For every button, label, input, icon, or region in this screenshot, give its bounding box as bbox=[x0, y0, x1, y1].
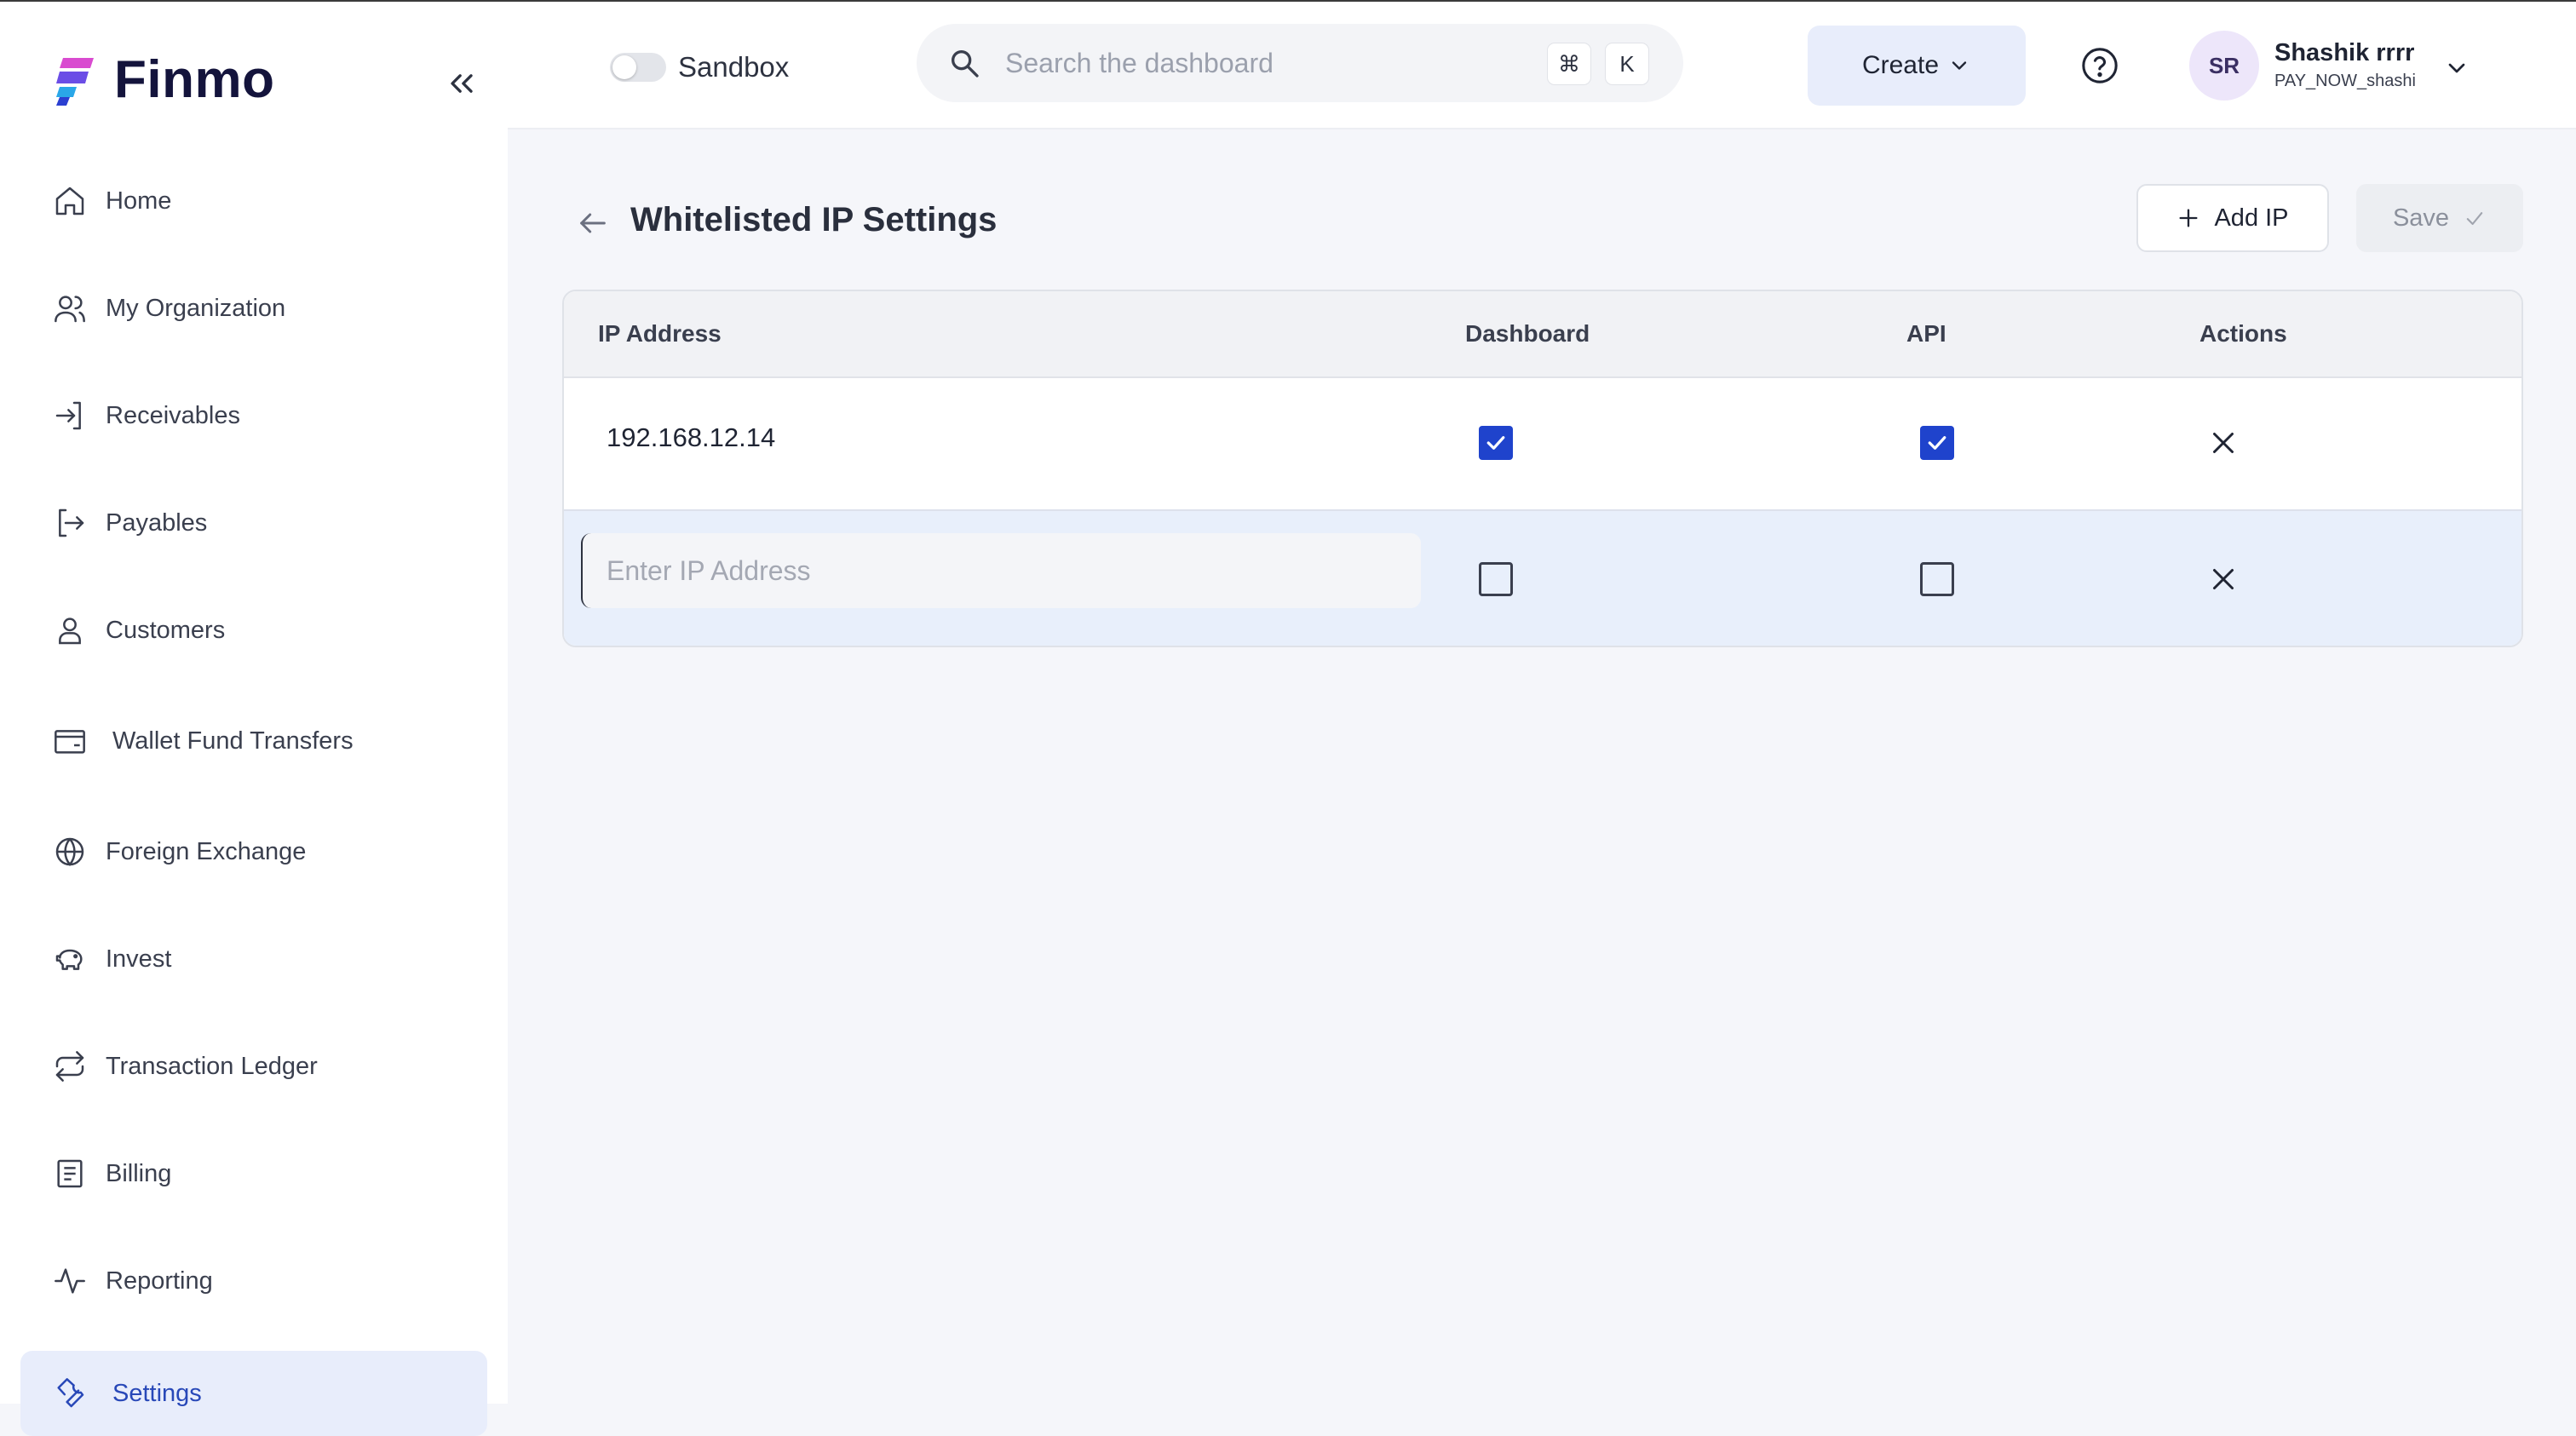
back-arrow-icon[interactable] bbox=[576, 206, 610, 240]
sidebar-item-label: Customers bbox=[106, 616, 226, 644]
check-icon bbox=[2466, 212, 2483, 226]
sidebar-item-label: Transaction Ledger bbox=[106, 1052, 318, 1080]
users-icon bbox=[55, 296, 85, 323]
user-subtitle: PAY_NOW_shashi bbox=[2274, 72, 2416, 90]
chevron-down-icon bbox=[1952, 61, 1967, 70]
remove-row-icon[interactable] bbox=[2208, 428, 2239, 458]
column-header-actions: Actions bbox=[2199, 320, 2287, 347]
app-name: Finmo bbox=[114, 50, 275, 109]
sidebar-item-label: Invest bbox=[106, 945, 172, 973]
sidebar-item-label: Billing bbox=[106, 1159, 172, 1187]
column-header-api: API bbox=[1906, 320, 1946, 347]
sidebar-item-label: Reporting bbox=[106, 1267, 213, 1295]
table-row: 192.168.12.14 bbox=[564, 378, 2521, 511]
save-label: Save bbox=[2392, 204, 2450, 232]
create-button-label: Create bbox=[1861, 51, 1940, 79]
add-ip-label: Add IP bbox=[2214, 204, 2289, 232]
sidebar-item-receivables[interactable]: Receivables bbox=[20, 373, 487, 458]
repeat-icon bbox=[55, 1051, 84, 1082]
wrench-icon bbox=[57, 1378, 84, 1408]
finmo-logo-icon bbox=[56, 57, 94, 106]
sandbox-label: Sandbox bbox=[678, 51, 790, 83]
top-header: Sandbox ⌘ K Create SR Shashik rrrr PAY_N… bbox=[508, 2, 2576, 129]
add-ip-button[interactable]: Add IP bbox=[2136, 184, 2329, 252]
search-input[interactable] bbox=[1005, 47, 1516, 79]
dashboard-checkbox[interactable] bbox=[1479, 426, 1513, 460]
home-icon bbox=[55, 187, 84, 215]
sidebar-item-foreign-exchange[interactable]: Foreign Exchange bbox=[20, 809, 487, 894]
table-header: IP Address Dashboard API Actions bbox=[564, 291, 2521, 378]
sidebar-item-label: Receivables bbox=[106, 401, 240, 429]
user-icon bbox=[59, 617, 81, 645]
sidebar-item-wallet-fund-transfers[interactable]: Wallet Fund Transfers bbox=[20, 698, 487, 784]
column-header-dashboard: Dashboard bbox=[1465, 320, 1590, 347]
user-name: Shashik rrrr bbox=[2274, 39, 2415, 66]
page-title: Whitelisted IP Settings bbox=[630, 201, 998, 238]
user-menu-chevron-icon[interactable] bbox=[2443, 55, 2470, 82]
sign-in-icon bbox=[55, 401, 81, 430]
sidebar-item-label: Payables bbox=[106, 508, 208, 537]
avatar[interactable]: SR bbox=[2189, 31, 2259, 101]
search-bar[interactable]: ⌘ K bbox=[917, 24, 1683, 102]
shortcut-key-k: K bbox=[1605, 43, 1649, 85]
sidebar-item-transaction-ledger[interactable]: Transaction Ledger bbox=[20, 1024, 487, 1109]
sidebar-item-label: Foreign Exchange bbox=[106, 837, 307, 865]
sidebar-item-payables[interactable]: Payables bbox=[20, 480, 487, 566]
sidebar-item-invest[interactable]: Invest bbox=[20, 916, 487, 1002]
sidebar-item-billing[interactable]: Billing bbox=[20, 1131, 487, 1216]
dashboard-checkbox[interactable] bbox=[1479, 562, 1513, 596]
piggy-bank-icon bbox=[55, 949, 83, 970]
finmo-logo[interactable]: Finmo bbox=[56, 49, 274, 110]
shortcut-key-cmd: ⌘ bbox=[1547, 43, 1591, 85]
collapse-sidebar-icon[interactable] bbox=[443, 65, 480, 102]
remove-row-icon[interactable] bbox=[2208, 564, 2239, 595]
sidebar-item-label: Wallet Fund Transfers bbox=[112, 727, 354, 755]
create-button[interactable]: Create bbox=[1808, 26, 2026, 106]
globe-icon bbox=[55, 837, 84, 866]
sidebar-item-label: Home bbox=[106, 187, 172, 215]
sidebar-item-settings[interactable]: Settings bbox=[20, 1351, 487, 1436]
sidebar-item-my-organization[interactable]: My Organization bbox=[20, 266, 487, 351]
api-checkbox[interactable] bbox=[1920, 426, 1954, 460]
ip-address-input[interactable] bbox=[581, 533, 1421, 608]
search-icon bbox=[952, 50, 979, 78]
sidebar-item-reporting[interactable]: Reporting bbox=[20, 1238, 487, 1324]
sidebar-item-label: My Organization bbox=[106, 294, 286, 322]
check-icon bbox=[1486, 436, 1505, 450]
help-icon[interactable] bbox=[2080, 46, 2119, 85]
sidebar-item-customers[interactable]: Customers bbox=[20, 588, 487, 673]
ip-address-value: 192.168.12.14 bbox=[607, 422, 776, 452]
receipt-icon bbox=[57, 1159, 83, 1188]
sidebar-item-home[interactable]: Home bbox=[20, 158, 487, 244]
sign-out-icon bbox=[59, 508, 84, 537]
sidebar: Finmo Home My Organization Receivables P… bbox=[0, 2, 508, 1436]
check-icon bbox=[1928, 436, 1946, 450]
wallet-icon bbox=[55, 730, 85, 754]
table-row bbox=[564, 511, 2521, 646]
activity-icon bbox=[55, 1268, 85, 1294]
whitelisted-ip-table: IP Address Dashboard API Actions 192.168… bbox=[562, 290, 2523, 647]
api-checkbox[interactable] bbox=[1920, 562, 1954, 596]
plus-icon bbox=[2179, 209, 2198, 227]
sandbox-toggle[interactable] bbox=[610, 53, 666, 82]
column-header-ip-address: IP Address bbox=[598, 320, 722, 347]
save-button[interactable]: Save bbox=[2356, 184, 2523, 252]
